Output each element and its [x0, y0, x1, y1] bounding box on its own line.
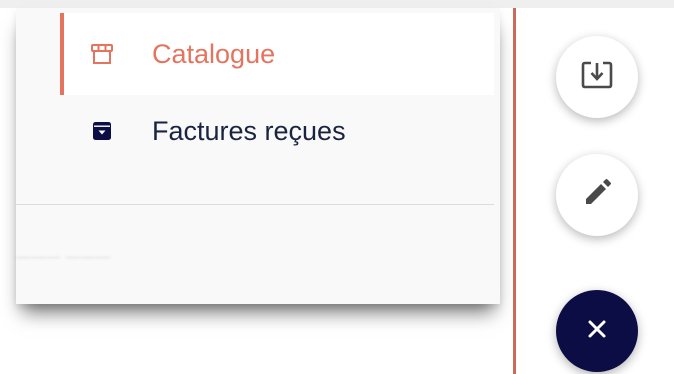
- download-button[interactable]: [556, 36, 638, 118]
- vertical-separator-line: [513, 8, 516, 374]
- menu-item-label: Factures reçues: [152, 115, 346, 146]
- close-icon: [586, 318, 608, 345]
- close-button[interactable]: [556, 290, 638, 372]
- menu-divider: [16, 204, 494, 205]
- menu-item-factures-recues[interactable]: Factures reçues: [60, 92, 494, 170]
- top-strip: [0, 0, 674, 8]
- download-box-icon: [580, 59, 614, 96]
- pencil-icon: [582, 178, 612, 213]
- navigation-menu-panel: Catalogue Factures reçues ——— ———: [16, 8, 500, 304]
- storefront-icon: [90, 42, 114, 66]
- menu-item-catalogue[interactable]: Catalogue: [60, 13, 494, 95]
- menu-item-label: Catalogue: [152, 38, 276, 69]
- faded-footer-text: ——— ———: [16, 248, 111, 264]
- archive-box-icon: [90, 119, 114, 143]
- edit-button[interactable]: [556, 154, 638, 236]
